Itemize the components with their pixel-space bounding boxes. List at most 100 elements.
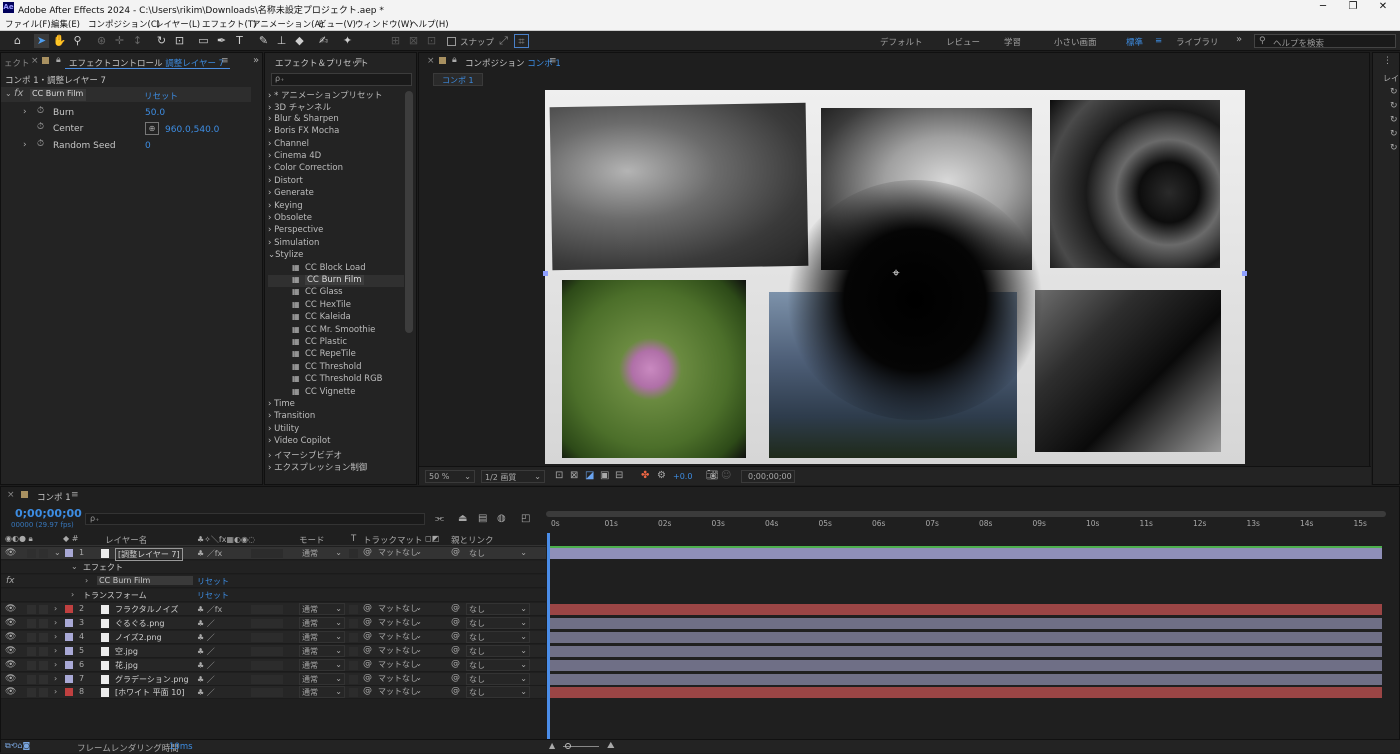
trackmatte-dropdown[interactable]: マットなし ⌄ bbox=[376, 631, 424, 643]
mode-dropdown[interactable]: 通常 ⌄ bbox=[299, 547, 345, 559]
snap-checkbox[interactable] bbox=[447, 37, 456, 46]
bounding-handle[interactable] bbox=[1242, 271, 1247, 276]
reset-link[interactable]: リセット bbox=[197, 590, 229, 601]
mask-visibility-icon[interactable]: ◪ bbox=[585, 470, 594, 481]
layer-duration-bar[interactable] bbox=[550, 673, 1382, 685]
mode-header[interactable]: モード bbox=[299, 534, 325, 546]
eye-icon[interactable]: 👁︎ bbox=[5, 604, 16, 614]
lock-toggle[interactable] bbox=[39, 618, 48, 628]
layer-name-header[interactable]: レイヤー名 bbox=[105, 534, 147, 546]
selection-tool-icon[interactable]: ➤ bbox=[34, 34, 49, 48]
label-color-swatch[interactable] bbox=[65, 688, 73, 697]
parent-dropdown[interactable]: なし ⌄ bbox=[466, 547, 530, 559]
anchor-point-icon[interactable]: ⌖ bbox=[889, 267, 903, 281]
eraser-tool-icon[interactable]: ◆ bbox=[292, 34, 307, 48]
trackmatte-dropdown[interactable]: マットなし ⌄ bbox=[376, 547, 424, 559]
chevron-right-icon[interactable]: › bbox=[54, 604, 57, 613]
expand-icon[interactable]: › bbox=[23, 107, 27, 117]
snap-grid-icon[interactable]: ⌗ bbox=[514, 34, 529, 48]
layer-switches[interactable]: ♣ ／ bbox=[197, 646, 215, 657]
param-value[interactable]: 0 bbox=[145, 141, 151, 151]
menu-view[interactable]: ビュー(V) bbox=[318, 18, 356, 30]
scrollbar[interactable] bbox=[405, 91, 413, 333]
snap-option-icon[interactable]: ⤢ bbox=[496, 34, 511, 48]
panel-overflow-icon[interactable]: » bbox=[253, 55, 259, 66]
help-search-input[interactable]: ⚲ ヘルプを検索 bbox=[1254, 34, 1396, 49]
label-color-swatch[interactable] bbox=[65, 646, 73, 655]
switch-boxes[interactable] bbox=[251, 688, 283, 698]
stopwatch-icon[interactable]: ⏱︎ bbox=[37, 106, 44, 116]
layer-name[interactable]: ぐるぐる.png bbox=[115, 618, 164, 629]
axis-view-icon[interactable]: ⊡ bbox=[424, 34, 439, 48]
effect-item[interactable]: ▦ CC Burn Film bbox=[268, 275, 404, 287]
chevron-icon[interactable]: ⌄ bbox=[71, 562, 78, 571]
stopwatch-icon[interactable]: ⏱︎ bbox=[37, 139, 44, 149]
panel-menu-icon[interactable]: ≡ bbox=[549, 56, 557, 66]
mode-dropdown[interactable]: 通常 ⌄ bbox=[299, 630, 345, 643]
layer-duration-bar[interactable] bbox=[550, 604, 1382, 615]
menu-layer[interactable]: レイヤー(L) bbox=[155, 18, 200, 30]
workspace-default[interactable]: デフォルト bbox=[880, 36, 923, 48]
menu-effect[interactable]: エフェクト(T) bbox=[202, 18, 256, 30]
parent-dropdown[interactable]: なし ⌄ bbox=[466, 603, 530, 615]
parent-pickwhip-icon[interactable]: @ bbox=[451, 659, 460, 669]
panel-menu-icon[interactable]: ⋮ bbox=[1383, 56, 1392, 66]
switch-boxes[interactable] bbox=[251, 660, 283, 670]
comp-timecode[interactable]: 0;00;00;00 bbox=[741, 470, 795, 483]
label-color-swatch[interactable] bbox=[65, 605, 73, 613]
layer-row[interactable]: 👁︎ ⌄ 1 [調整レイヤー 7] ♣ ／fx 通常 ⌄ @ マットなし ⌄ @ なし ⌄ bbox=[1, 547, 546, 561]
brush-tool-icon[interactable]: ✎ bbox=[256, 34, 271, 48]
effect-category[interactable]: › Video Copilot bbox=[268, 436, 404, 448]
bounding-handle[interactable] bbox=[543, 271, 548, 276]
trackmatte-dropdown[interactable]: マットなし ⌄ bbox=[376, 603, 424, 615]
effect-category[interactable]: › Blur & Sharpen bbox=[268, 114, 404, 126]
switch-boxes[interactable] bbox=[251, 674, 283, 684]
effect-item[interactable]: ▦ CC Glass bbox=[268, 287, 404, 299]
workspace-overflow-icon[interactable]: » bbox=[1236, 34, 1242, 45]
effect-category[interactable]: › Channel bbox=[268, 139, 404, 151]
chevron-down-icon[interactable]: ⌄ bbox=[54, 548, 61, 557]
side-panel-label[interactable]: レイ bbox=[1383, 73, 1399, 84]
label-color-swatch[interactable] bbox=[65, 660, 73, 669]
parent-pickwhip-icon[interactable]: @ bbox=[451, 645, 460, 655]
resolution-dropdown[interactable]: 1/2 画質 ⌄ bbox=[481, 470, 545, 483]
preserve-transparency-toggle[interactable] bbox=[349, 646, 358, 656]
layer-switches[interactable]: ♣ ／fx bbox=[197, 548, 222, 559]
fast-preview-icon[interactable]: ⊡ bbox=[555, 470, 563, 481]
layer-row[interactable]: 👁︎ › 3 ぐるぐる.png ♣ ／ 通常 ⌄ @ マットなし ⌄ @ なし ⌄ bbox=[1, 616, 546, 630]
eye-icon[interactable]: 👁︎ bbox=[5, 660, 16, 670]
switch-boxes[interactable] bbox=[251, 605, 283, 614]
parent-dropdown[interactable]: なし ⌄ bbox=[466, 686, 530, 699]
workspace-learn[interactable]: 学習 bbox=[1004, 36, 1021, 48]
close-tab-icon[interactable]: × bbox=[7, 490, 15, 500]
fx-toggle-icon[interactable]: fx bbox=[14, 88, 23, 99]
effect-item[interactable]: ▦ CC Vignette bbox=[268, 387, 404, 399]
chevron-right-icon[interactable]: › bbox=[54, 632, 57, 641]
effect-category[interactable]: › Utility bbox=[268, 424, 404, 436]
show-snapshot-icon[interactable]: ☺ bbox=[721, 470, 731, 481]
effect-item[interactable]: ▦ CC Block Load bbox=[268, 263, 404, 275]
parent-pickwhip-icon[interactable]: @ bbox=[451, 686, 460, 696]
layer-switches[interactable]: ♣ ／ bbox=[197, 687, 215, 698]
lock-toggle[interactable] bbox=[39, 549, 48, 558]
refresh-icon[interactable]: ↻ bbox=[1390, 101, 1398, 111]
menu-composition[interactable]: コンポジション(C) bbox=[88, 18, 160, 30]
panel-menu-icon[interactable]: ≡ bbox=[221, 56, 229, 66]
rotate-tool-icon[interactable]: ↻ bbox=[154, 34, 169, 48]
switch-boxes[interactable] bbox=[251, 646, 283, 656]
layer-duration-bar[interactable] bbox=[550, 617, 1382, 629]
parent-header[interactable]: 親とリンク bbox=[451, 534, 494, 546]
lock-toggle[interactable] bbox=[39, 605, 48, 614]
eye-icon[interactable]: 👁︎ bbox=[5, 632, 16, 642]
layer-row[interactable]: 👁︎ › 7 グラデーション.png ♣ ／ 通常 ⌄ @ マットなし ⌄ @ なし ⌄ bbox=[1, 672, 546, 686]
solo-toggle[interactable] bbox=[27, 632, 36, 642]
effect-item[interactable]: ▦ CC Mr. Smoothie bbox=[268, 325, 404, 337]
crosshair-icon[interactable]: ⊕ bbox=[145, 122, 159, 135]
preserve-transparency-toggle[interactable] bbox=[349, 688, 358, 698]
solo-toggle[interactable] bbox=[27, 660, 36, 670]
chevron-icon[interactable]: › bbox=[71, 590, 74, 599]
rectangle-tool-icon[interactable]: ▭ bbox=[196, 34, 211, 48]
layer-name[interactable]: 空.jpg bbox=[115, 646, 138, 657]
chevron-right-icon[interactable]: › bbox=[54, 687, 57, 696]
effect-category[interactable]: › Time bbox=[268, 399, 404, 411]
